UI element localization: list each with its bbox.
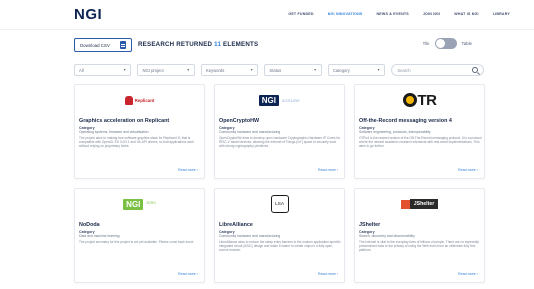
filter-keywords-value: Keywords (205, 67, 225, 73)
ngi-zero-logo: NGI ZERO (123, 198, 156, 210)
logo-text: Replicant (134, 97, 155, 103)
jshelter-logo: JShelter (400, 199, 439, 209)
results-prefix: RESEARCH RETURNED (138, 41, 213, 48)
project-description: OpenCryptoHW aims to develop open hardwa… (219, 136, 341, 149)
nav-ngi-innovations[interactable]: NGI INNOVATIONS (328, 12, 363, 16)
project-logo: NGI ASSURE (215, 85, 344, 115)
ngi-assure-logo: NGI ASSURE (258, 94, 301, 106)
nav-get-funded[interactable]: GET FUNDED (288, 12, 313, 16)
category-value: Operating systems, firmware and virtuali… (79, 130, 149, 134)
chevron-down-icon: ▼ (123, 68, 127, 72)
filter-status-value: Status (269, 67, 282, 73)
project-card[interactable]: NGI ASSURE OpenCryptoHW Category Communi… (214, 84, 345, 179)
project-card[interactable]: NGI ZERO NoDoda Category Data and machin… (74, 188, 205, 283)
filter-status-select[interactable]: Status ▼ (264, 64, 322, 76)
view-table-label: Table (461, 41, 473, 46)
view-tile-label: Tile (422, 41, 430, 46)
replicant-logo: Replicant (124, 95, 155, 105)
view-switch[interactable] (434, 38, 457, 49)
download-csv-button[interactable]: Download CSV (74, 38, 132, 52)
project-title[interactable]: Graphics acceleration on Replicant (79, 118, 169, 124)
nav-join-ngi[interactable]: JOIN NGI (423, 12, 440, 16)
site-logo[interactable]: NGI (74, 6, 102, 23)
otr-logo: TR (402, 91, 438, 109)
logo-subtext: ASSURE (281, 97, 301, 103)
filter-all-value: All (79, 67, 84, 73)
chevron-down-icon: ▼ (249, 68, 254, 72)
category-value: Community hardware and manufacturing (219, 234, 281, 238)
nav-library[interactable]: LIBRARY (493, 12, 510, 16)
lsa-logo: LSA (270, 195, 289, 213)
project-logo: TR (355, 85, 484, 115)
filter-category-value: Category (332, 67, 350, 73)
project-description: The Internet is vital to the everyday li… (359, 240, 479, 253)
project-description: The project summary for this project is … (79, 240, 194, 244)
project-logo: JShelter (355, 189, 484, 219)
filter-keywords-select[interactable]: Keywords ▼ (200, 64, 259, 76)
category-value: Software engineering, protocols, interop… (359, 130, 431, 134)
project-logo: LSA (215, 189, 344, 219)
filter-category-select[interactable]: Category ▼ (327, 64, 386, 76)
chevron-down-icon: ▼ (376, 68, 381, 72)
project-logo: NGI ZERO (75, 189, 204, 219)
nav-news-events[interactable]: NEWS & EVENTS (377, 12, 409, 16)
logo-text: NGI (258, 94, 279, 106)
chevron-down-icon: ▼ (313, 68, 317, 72)
logo-text: JShelter (409, 199, 439, 209)
category-value: Search, discovery and discoverability (359, 234, 415, 238)
project-title[interactable]: LibreAlliance (219, 222, 253, 228)
project-logo: Replicant (75, 85, 204, 115)
read-more-link[interactable]: Read more › (458, 272, 478, 276)
read-more-link[interactable]: Read more › (178, 272, 198, 276)
jshelter-mark-icon (400, 199, 410, 209)
project-description: The project aims to making free software… (79, 136, 194, 149)
replicant-mark-icon (124, 95, 133, 105)
project-card[interactable]: JShelter JShelter Category Search, disco… (354, 188, 485, 283)
project-title[interactable]: NoDoda (79, 222, 100, 228)
read-more-link[interactable]: Read more › (318, 272, 338, 276)
results-suffix: ELEMENTS (223, 41, 259, 48)
project-title[interactable]: JShelter (359, 222, 380, 228)
results-summary: RESEARCH RETURNED 11 ELEMENTS (138, 41, 258, 48)
document-icon (120, 41, 126, 49)
site-header: NGI GET FUNDED NGI INNOVATIONS NEWS & EV… (0, 0, 534, 30)
filter-project-value: NGI project (142, 67, 164, 73)
filter-project-select[interactable]: NGI project ▼ (137, 64, 195, 76)
logo-subtext: ZERO (146, 201, 156, 206)
read-more-link[interactable]: Read more › (178, 168, 198, 172)
read-more-link[interactable]: Read more › (458, 168, 478, 172)
chevron-down-icon: ▼ (186, 68, 190, 72)
download-csv-label: Download CSV (80, 42, 110, 48)
project-title[interactable]: Off-the-Record messaging version 4 (359, 118, 452, 124)
filter-all-select[interactable]: All ▼ (74, 64, 132, 76)
category-value: Community hardware and manufacturing (219, 130, 281, 134)
main-nav: GET FUNDED NGI INNOVATIONS NEWS & EVENTS… (288, 12, 510, 16)
search-icon[interactable] (472, 67, 479, 73)
project-description: LibreAlliance aims to reduce the steep e… (219, 240, 341, 253)
results-count: 11 (214, 41, 222, 48)
project-card[interactable]: Replicant Graphics acceleration on Repli… (74, 84, 205, 179)
project-grid: Replicant Graphics acceleration on Repli… (74, 84, 485, 283)
read-more-link[interactable]: Read more › (318, 168, 338, 172)
otr-circle-icon (402, 93, 417, 107)
project-title[interactable]: OpenCryptoHW (219, 118, 259, 124)
search-placeholder: Search (397, 67, 411, 73)
search-input[interactable]: Search (391, 64, 485, 76)
project-description: OTRv4 is the newest version of the Off-T… (359, 136, 482, 149)
nav-what-is-ngi[interactable]: WHAT IS NGI (454, 12, 479, 16)
project-card[interactable]: LSA LibreAlliance Category Community har… (214, 188, 345, 283)
project-card[interactable]: TR Off-the-Record messaging version 4 Ca… (354, 84, 485, 179)
view-toggle: Tile Table (423, 38, 472, 49)
filter-bar: All ▼ NGI project ▼ Keywords ▼ Status ▼ … (74, 64, 485, 76)
logo-text: TR (417, 91, 438, 109)
logo-text: NGI (123, 198, 144, 210)
category-value: Data and machine learning (79, 234, 120, 238)
